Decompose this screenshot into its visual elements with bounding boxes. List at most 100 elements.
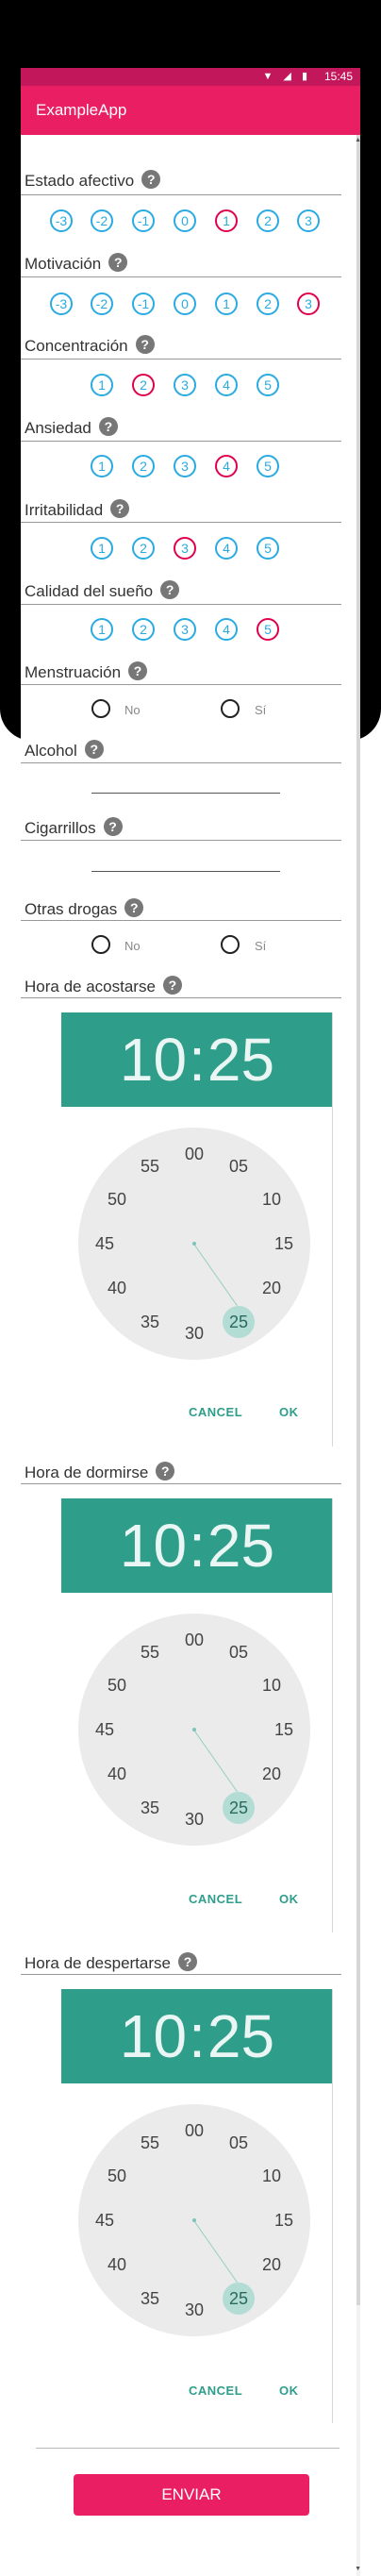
dial-minute-25[interactable]: 25 [224, 2289, 253, 2308]
option-estado-afectivo-m2[interactable]: -2 [91, 209, 113, 232]
radio-menstruacion-si[interactable] [221, 699, 240, 718]
dial-minute-10[interactable]: 10 [257, 2166, 286, 2185]
dial-minute-35[interactable]: 35 [136, 1313, 164, 1331]
scrollbar-thumb[interactable] [356, 135, 360, 2305]
scroll-up-arrow-icon[interactable]: ▲ [355, 137, 361, 143]
dial-minute-00[interactable]: 00 [180, 2121, 208, 2140]
dial-minute-50[interactable]: 50 [103, 1190, 131, 1209]
option-calidad-sueno-4[interactable]: 4 [215, 618, 238, 641]
minute-dial[interactable]: 00 05 10 15 20 25 30 35 40 45 50 55 [78, 1614, 310, 1846]
dial-minute-15[interactable]: 15 [270, 1234, 298, 1253]
dial-minute-45[interactable]: 45 [91, 1234, 119, 1253]
dial-minute-50[interactable]: 50 [103, 2166, 131, 2185]
help-icon[interactable]: ? [128, 661, 148, 680]
dial-minute-15[interactable]: 15 [270, 1720, 298, 1739]
dial-minute-05[interactable]: 05 [224, 2133, 253, 2152]
minute-value[interactable]: 25 [207, 1512, 274, 1580]
option-concentracion-5[interactable]: 5 [257, 374, 279, 396]
minute-value[interactable]: 25 [207, 1026, 274, 1094]
option-irritabilidad-4[interactable]: 4 [215, 537, 238, 560]
dial-minute-40[interactable]: 40 [103, 1765, 131, 1783]
option-estado-afectivo-1-selected[interactable]: 1 [215, 209, 238, 232]
help-icon[interactable]: ? [110, 499, 130, 518]
option-irritabilidad-5[interactable]: 5 [257, 537, 279, 560]
option-concentracion-2-selected[interactable]: 2 [132, 374, 155, 396]
help-icon[interactable]: ? [108, 253, 128, 272]
option-ansiedad-3[interactable]: 3 [174, 455, 196, 477]
ok-button[interactable]: OK [279, 2384, 299, 2398]
ok-button[interactable]: OK [279, 1405, 299, 1419]
option-irritabilidad-2[interactable]: 2 [132, 537, 155, 560]
option-motivacion-m1[interactable]: -1 [132, 293, 155, 315]
scrollbar[interactable] [356, 135, 360, 2576]
dial-minute-30[interactable]: 30 [180, 2300, 208, 2319]
option-concentracion-3[interactable]: 3 [174, 374, 196, 396]
cancel-button[interactable]: CANCEL [189, 1405, 242, 1419]
dial-minute-20[interactable]: 20 [257, 2255, 286, 2274]
radio-otras-drogas-no[interactable] [91, 935, 110, 954]
cancel-button[interactable]: CANCEL [189, 1892, 242, 1906]
option-calidad-sueno-1[interactable]: 1 [91, 618, 113, 641]
help-icon[interactable]: ? [84, 740, 104, 759]
dial-minute-30[interactable]: 30 [180, 1810, 208, 1829]
scroll-down-arrow-icon[interactable]: ▼ [355, 2566, 361, 2572]
cigarrillos-input[interactable] [91, 871, 280, 872]
hour-value[interactable]: 10 [120, 1512, 187, 1580]
minute-value[interactable]: 25 [207, 2002, 274, 2070]
radio-menstruacion-no[interactable] [91, 699, 110, 718]
dial-minute-00[interactable]: 00 [180, 1145, 208, 1163]
dial-minute-10[interactable]: 10 [257, 1676, 286, 1695]
hour-value[interactable]: 10 [120, 2002, 187, 2070]
option-calidad-sueno-2[interactable]: 2 [132, 618, 155, 641]
help-icon[interactable]: ? [103, 817, 123, 836]
option-estado-afectivo-3[interactable]: 3 [297, 209, 320, 232]
option-motivacion-m3[interactable]: -3 [50, 293, 73, 315]
option-ansiedad-1[interactable]: 1 [91, 455, 113, 477]
help-icon[interactable]: ? [98, 417, 118, 436]
help-icon[interactable]: ? [124, 898, 144, 917]
dial-minute-15[interactable]: 15 [270, 2211, 298, 2230]
dial-minute-05[interactable]: 05 [224, 1643, 253, 1662]
help-icon[interactable]: ? [162, 976, 182, 995]
option-estado-afectivo-0[interactable]: 0 [174, 209, 196, 232]
option-motivacion-0[interactable]: 0 [174, 293, 196, 315]
dial-minute-55[interactable]: 55 [136, 2133, 164, 2152]
dial-minute-20[interactable]: 20 [257, 1765, 286, 1783]
help-icon[interactable]: ? [135, 335, 155, 354]
dial-minute-40[interactable]: 40 [103, 1279, 131, 1297]
hour-value[interactable]: 10 [120, 1026, 187, 1094]
option-ansiedad-5[interactable]: 5 [257, 455, 279, 477]
dial-minute-55[interactable]: 55 [136, 1643, 164, 1662]
dial-minute-45[interactable]: 45 [91, 2211, 119, 2230]
help-icon[interactable]: ? [160, 580, 180, 599]
option-motivacion-2[interactable]: 2 [257, 293, 279, 315]
option-estado-afectivo-m3[interactable]: -3 [50, 209, 73, 232]
option-motivacion-3-selected[interactable]: 3 [297, 293, 320, 315]
dial-minute-55[interactable]: 55 [136, 1157, 164, 1176]
dial-minute-35[interactable]: 35 [136, 1798, 164, 1817]
dial-minute-45[interactable]: 45 [91, 1720, 119, 1739]
cancel-button[interactable]: CANCEL [189, 2384, 242, 2398]
option-calidad-sueno-5-selected[interactable]: 5 [257, 618, 279, 641]
dial-minute-00[interactable]: 00 [180, 1631, 208, 1649]
radio-otras-drogas-si[interactable] [221, 935, 240, 954]
option-concentracion-1[interactable]: 1 [91, 374, 113, 396]
help-icon[interactable]: ? [177, 1952, 197, 1971]
help-icon[interactable]: ? [141, 170, 161, 189]
dial-minute-25[interactable]: 25 [224, 1313, 253, 1331]
option-irritabilidad-1[interactable]: 1 [91, 537, 113, 560]
minute-dial[interactable]: 00 05 10 15 20 25 30 35 40 45 50 55 [78, 1128, 310, 1360]
dial-minute-30[interactable]: 30 [180, 1324, 208, 1343]
minute-dial[interactable]: 00 05 10 15 20 25 30 35 40 45 50 55 [78, 2104, 310, 2336]
alcohol-input[interactable] [91, 793, 280, 794]
dial-minute-50[interactable]: 50 [103, 1676, 131, 1695]
dial-minute-40[interactable]: 40 [103, 2255, 131, 2274]
dial-minute-35[interactable]: 35 [136, 2289, 164, 2308]
submit-button[interactable]: ENVIAR [74, 2474, 309, 2516]
option-estado-afectivo-2[interactable]: 2 [257, 209, 279, 232]
option-irritabilidad-3-selected[interactable]: 3 [174, 537, 196, 560]
dial-minute-25[interactable]: 25 [224, 1798, 253, 1817]
option-ansiedad-2[interactable]: 2 [132, 455, 155, 477]
option-ansiedad-4-selected[interactable]: 4 [215, 455, 238, 477]
option-concentracion-4[interactable]: 4 [215, 374, 238, 396]
